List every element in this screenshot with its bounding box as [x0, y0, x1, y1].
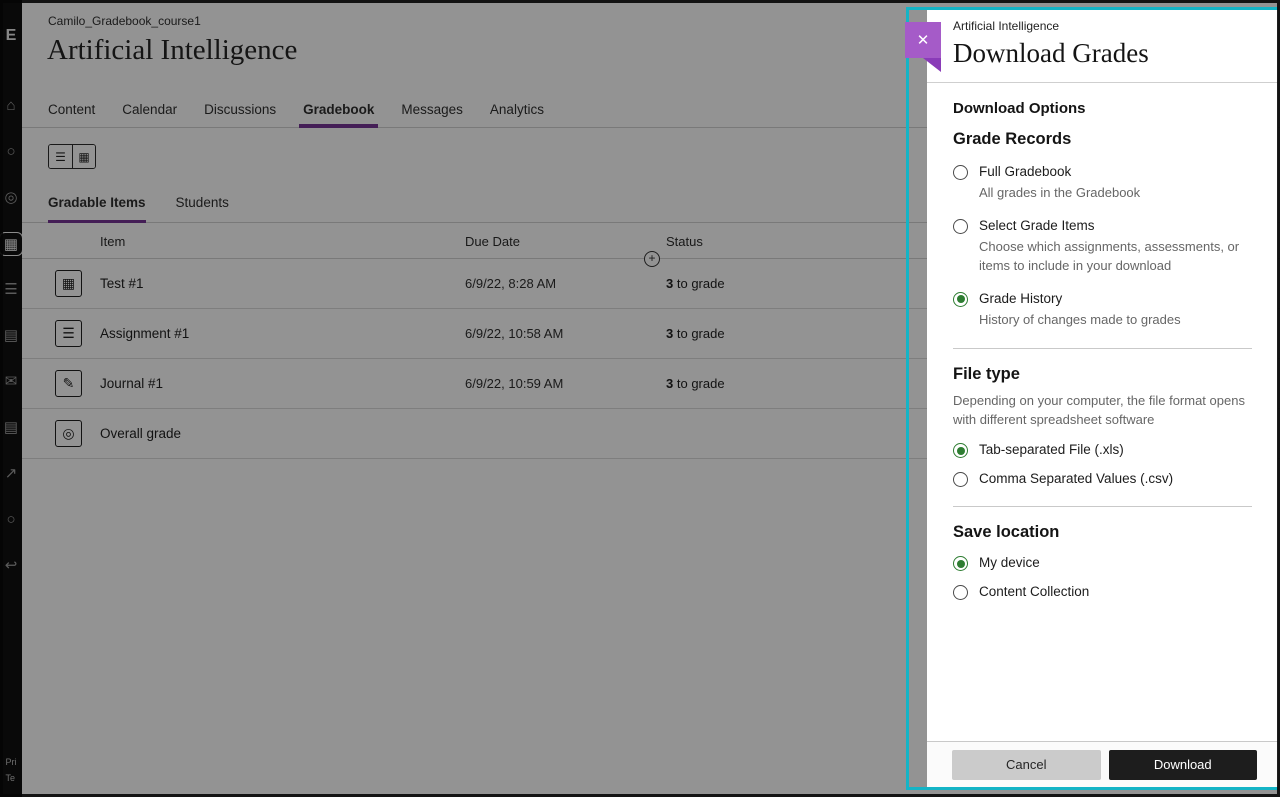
close-button-fold: [923, 58, 941, 72]
option-label: My device: [979, 555, 1040, 571]
option-grade-history[interactable]: Grade History History of changes made to…: [953, 291, 1252, 330]
radio-my-device[interactable]: [953, 556, 968, 571]
option-label: Full Gradebook: [979, 164, 1263, 179]
option-label: Comma Separated Values (.csv): [979, 471, 1173, 487]
close-icon: ✕: [917, 31, 930, 49]
option-tab-separated[interactable]: Tab-separated File (.xls): [953, 442, 1252, 458]
download-options-heading: Download Options: [953, 100, 1252, 117]
app-screen: E ⌂ ○ ◎ ▦ ☰ ▤ ✉ ▤ ↗ ○ ↩ Pri Te Camilo_Gr…: [0, 0, 1280, 797]
option-label: Tab-separated File (.xls): [979, 442, 1124, 458]
option-my-device[interactable]: My device: [953, 555, 1252, 571]
file-type-heading: File type: [953, 365, 1252, 384]
download-button[interactable]: Download: [1109, 750, 1258, 780]
panel-course-context: Artificial Intelligence: [953, 19, 1252, 33]
option-full-gradebook[interactable]: Full Gradebook All grades in the Gradebo…: [953, 164, 1252, 203]
section-divider: [953, 506, 1252, 507]
cancel-button[interactable]: Cancel: [952, 750, 1101, 780]
radio-content-collection[interactable]: [953, 585, 968, 600]
file-type-description: Depending on your computer, the file for…: [953, 392, 1253, 429]
radio-tab-separated[interactable]: [953, 443, 968, 458]
download-grades-panel: Artificial Intelligence Download Grades …: [927, 10, 1278, 787]
option-label: Select Grade Items: [979, 218, 1263, 233]
radio-grade-history[interactable]: [953, 292, 968, 307]
section-divider: [953, 348, 1252, 349]
option-label: Grade History: [979, 291, 1263, 306]
panel-title: Download Grades: [953, 38, 1252, 69]
panel-body: Download Options Grade Records Full Grad…: [927, 83, 1278, 741]
option-content-collection[interactable]: Content Collection: [953, 584, 1252, 600]
radio-comma-separated[interactable]: [953, 472, 968, 487]
panel-footer: Cancel Download: [927, 741, 1278, 787]
close-panel-button[interactable]: ✕: [905, 22, 941, 58]
save-location-heading: Save location: [953, 523, 1252, 542]
option-select-grade-items[interactable]: Select Grade Items Choose which assignme…: [953, 218, 1252, 276]
grade-records-heading: Grade Records: [953, 130, 1252, 149]
option-description: History of changes made to grades: [979, 311, 1263, 330]
option-description: Choose which assignments, assessments, o…: [979, 238, 1263, 276]
radio-select-grade-items[interactable]: [953, 219, 968, 234]
option-description: All grades in the Gradebook: [979, 184, 1263, 203]
panel-header: Artificial Intelligence Download Grades: [927, 10, 1278, 83]
option-label: Content Collection: [979, 584, 1089, 600]
option-comma-separated[interactable]: Comma Separated Values (.csv): [953, 471, 1252, 487]
radio-full-gradebook[interactable]: [953, 165, 968, 180]
